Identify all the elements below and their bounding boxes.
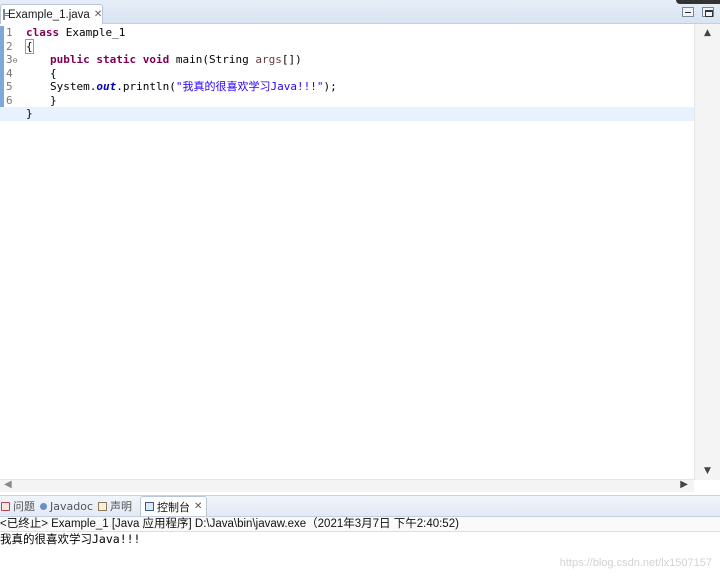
line-number: 6 <box>6 93 13 107</box>
console-output-line: 我真的很喜欢学习Java!!! <box>0 532 141 546</box>
tab-label: 问题 <box>13 500 35 513</box>
tab-console[interactable]: 控制台 ✕ <box>140 496 208 516</box>
maximize-icon[interactable] <box>702 7 714 17</box>
editor-tab-bar: Example_1.java ✕ <box>0 0 720 24</box>
scroll-down-icon[interactable]: ▼ <box>704 466 711 476</box>
tab-label: 声明 <box>110 500 132 513</box>
keyword-void: void <box>142 53 170 66</box>
statement-end: ); <box>323 80 337 93</box>
code-line-2: { <box>25 38 694 54</box>
println-call: .println( <box>116 80 176 93</box>
code-text-area[interactable]: class Example_1 { public static void mai… <box>0 26 694 121</box>
watermark-text: https://blog.csdn.net/lx1507157 <box>559 557 712 569</box>
editor-view-controls <box>682 7 714 17</box>
tab-label: Example_1.java <box>8 8 90 21</box>
tab-example-1-java[interactable]: Example_1.java ✕ <box>0 4 103 24</box>
console-view[interactable]: <已终止> Example_1 [Java 应用程序] D:\Java\bin\… <box>0 517 720 577</box>
minimize-icon[interactable] <box>682 7 694 17</box>
view-tab-bar: 问题 Javadoc 声明 控制台 ✕ <box>0 495 720 517</box>
code-line-6: } <box>26 94 694 108</box>
out-field: out <box>96 80 117 93</box>
change-ruler <box>0 26 4 120</box>
problems-icon <box>1 501 10 511</box>
code-line-1: class Example_1 <box>26 26 694 40</box>
code-line-7-current: } <box>0 107 694 121</box>
code-editor[interactable]: 1 2 3⊖ 4 5 6 7 class Example_1 { public … <box>0 24 720 492</box>
string-literal: "我真的很喜欢学习Java!!!" <box>175 80 324 93</box>
code-line-4: { <box>26 67 694 81</box>
code-line-3: public static void main(String args[]) <box>26 53 694 67</box>
scroll-up-icon[interactable]: ▲ <box>704 28 711 38</box>
line-number: 4 <box>6 66 13 80</box>
window-corner-decoration <box>676 0 720 4</box>
javadoc-icon <box>40 502 47 510</box>
vertical-scrollbar[interactable]: ▲ ▼ <box>694 24 720 480</box>
tab-label: Javadoc <box>50 499 93 513</box>
signature-end: []) <box>281 53 302 66</box>
tab-declaration[interactable]: 声明 <box>97 496 136 516</box>
method-signature: main(String <box>169 53 256 66</box>
keyword-public: public <box>50 53 90 66</box>
matching-brace: { <box>25 38 34 54</box>
line-number: 2 <box>6 39 13 53</box>
console-status-line: <已终止> Example_1 [Java 应用程序] D:\Java\bin\… <box>0 517 720 532</box>
close-brace: } <box>50 93 57 107</box>
close-icon[interactable]: ✕ <box>94 9 102 20</box>
tab-javadoc[interactable]: Javadoc <box>39 496 97 516</box>
close-icon[interactable]: ✕ <box>194 501 202 512</box>
keyword-static: static <box>96 53 137 66</box>
horizontal-scrollbar[interactable]: ◀ ▶ <box>0 479 694 492</box>
open-brace: { <box>50 66 57 80</box>
scroll-left-icon[interactable]: ◀ <box>4 479 12 490</box>
line-number: 1 <box>6 26 13 39</box>
tab-label: 控制台 <box>157 500 190 514</box>
scroll-right-icon[interactable]: ▶ <box>680 479 688 490</box>
close-brace: } <box>26 107 33 120</box>
console-icon <box>145 502 154 511</box>
system-object: System. <box>50 80 97 93</box>
tab-problems[interactable]: 问题 <box>0 496 39 516</box>
code-line-5: System.out.println("我真的很喜欢学习Java!!!"); <box>26 80 694 94</box>
parameter-name: args <box>255 53 282 66</box>
declaration-icon <box>98 501 107 511</box>
java-file-icon <box>3 9 9 20</box>
line-number: 5 <box>6 80 13 93</box>
class-name: Example_1 <box>59 26 126 39</box>
line-number: 3⊖ <box>6 53 18 66</box>
keyword-class: class <box>26 26 60 39</box>
fold-collapse-icon[interactable]: ⊖ <box>13 56 18 65</box>
